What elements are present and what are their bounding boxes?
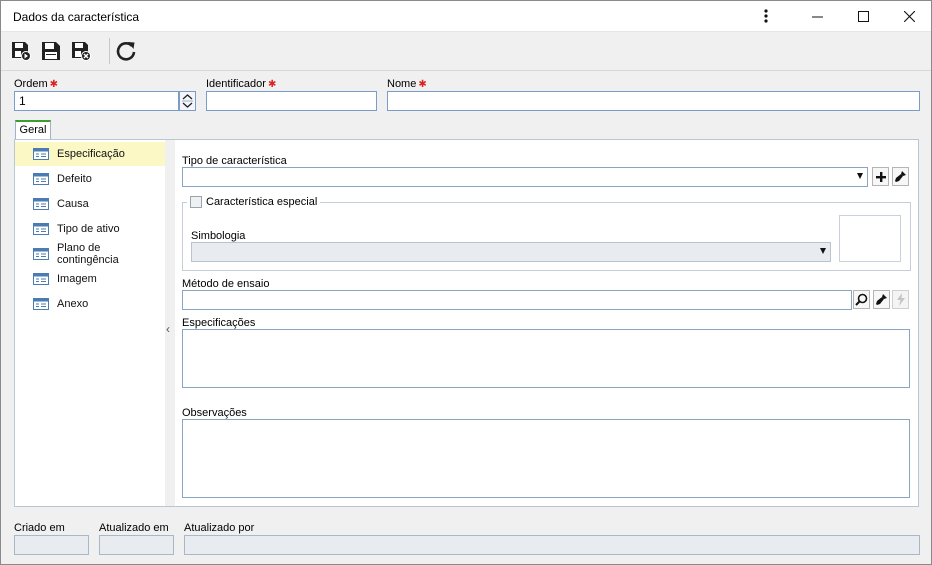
maximize-button[interactable] bbox=[840, 1, 886, 31]
sidebar-item-tipo-de-ativo[interactable]: Tipo de ativo bbox=[15, 217, 165, 241]
form-icon bbox=[33, 173, 49, 185]
collapse-chevron-icon[interactable]: ‹ bbox=[166, 322, 170, 336]
dropdown-arrow-icon bbox=[820, 248, 826, 254]
identificador-input[interactable] bbox=[206, 91, 377, 111]
ordem-label: Ordem ✱ bbox=[14, 78, 59, 90]
required-marker-icon: ✱ bbox=[267, 79, 277, 90]
simbologia-select[interactable] bbox=[191, 242, 831, 262]
form-icon bbox=[33, 198, 49, 210]
form-icon bbox=[33, 298, 49, 310]
caracteristica-especial-checkbox[interactable] bbox=[190, 196, 202, 208]
observacoes-textarea[interactable] bbox=[182, 419, 910, 498]
sidebar-item-label: Defeito bbox=[57, 173, 92, 185]
sidebar-item-plano-de-contingencia[interactable]: Plano de contingência bbox=[15, 242, 165, 266]
plus-icon bbox=[875, 171, 886, 182]
sidebar-item-label: Causa bbox=[57, 198, 89, 210]
form-icon bbox=[33, 148, 49, 160]
kebab-menu-icon bbox=[764, 9, 768, 23]
dialog-window: Dados da característica Ordem ✱ 1 Identi… bbox=[0, 0, 932, 565]
refresh-button[interactable] bbox=[114, 39, 138, 63]
criado-em-label: Criado em bbox=[14, 522, 65, 534]
form-icon bbox=[33, 273, 49, 285]
form-icon bbox=[33, 248, 49, 260]
sidebar-item-especificacao[interactable]: Especificação bbox=[15, 142, 165, 166]
save-button[interactable] bbox=[39, 39, 63, 63]
ordem-stepper[interactable] bbox=[179, 91, 196, 111]
metodo-input[interactable] bbox=[182, 290, 852, 310]
stepper-arrows-icon bbox=[182, 94, 193, 108]
lightning-icon bbox=[896, 293, 905, 306]
save-and-new-icon bbox=[12, 42, 31, 61]
clear-tipo-button[interactable] bbox=[892, 167, 909, 186]
tipo-label: Tipo de característica bbox=[182, 155, 287, 167]
sidebar-item-defeito[interactable]: Defeito bbox=[15, 167, 165, 191]
required-marker-icon: ✱ bbox=[418, 79, 427, 90]
tab-geral[interactable]: Geral bbox=[15, 120, 51, 140]
atualizado-em-field bbox=[99, 535, 174, 555]
sidebar-item-label: Anexo bbox=[57, 298, 89, 310]
caracteristica-especial-legend: Característica especial bbox=[187, 195, 321, 209]
window-title: Dados da característica bbox=[13, 10, 140, 24]
sidebar-item-label: Especificação bbox=[57, 148, 125, 160]
toolbar-separator bbox=[109, 38, 110, 64]
search-icon bbox=[855, 293, 868, 306]
dropdown-arrow-icon bbox=[857, 173, 863, 179]
criado-em-field bbox=[14, 535, 89, 555]
form-icon bbox=[33, 223, 49, 235]
ordem-input[interactable]: 1 bbox=[14, 91, 179, 111]
more-options-button[interactable] bbox=[743, 1, 789, 31]
add-tipo-button[interactable] bbox=[872, 167, 889, 186]
atualizado-por-field bbox=[184, 535, 920, 555]
brush-icon bbox=[895, 171, 906, 182]
atualizado-em-label: Atualizado em bbox=[99, 522, 169, 534]
simbologia-label: Simbologia bbox=[191, 230, 246, 242]
observacoes-label: Observações bbox=[182, 407, 247, 419]
title-bar: Dados da característica bbox=[1, 1, 931, 32]
save-and-close-button[interactable] bbox=[69, 39, 93, 63]
lightning-metodo-button[interactable] bbox=[892, 290, 909, 309]
search-metodo-button[interactable] bbox=[853, 290, 870, 309]
tipo-select[interactable] bbox=[182, 167, 868, 187]
especificacoes-textarea[interactable] bbox=[182, 329, 910, 388]
sidebar-item-imagem[interactable]: Imagem bbox=[15, 267, 165, 291]
sidebar-item-label: Imagem bbox=[57, 273, 97, 285]
caracteristica-especial-label: Característica especial bbox=[206, 196, 318, 208]
save-and-close-icon bbox=[72, 42, 91, 61]
atualizado-por-label: Atualizado por bbox=[184, 522, 255, 534]
save-icon bbox=[42, 42, 60, 60]
metodo-label: Método de ensaio bbox=[182, 278, 270, 290]
refresh-icon bbox=[116, 42, 136, 61]
simbologia-preview bbox=[839, 215, 901, 262]
clear-metodo-button[interactable] bbox=[873, 290, 890, 309]
minimize-button[interactable] bbox=[794, 1, 840, 31]
sidebar: Especificação Defeito Causa Tipo de ativ… bbox=[15, 140, 165, 506]
especificacoes-label: Especificações bbox=[182, 317, 256, 329]
close-icon bbox=[903, 10, 915, 22]
tab-panel-geral: Especificação Defeito Causa Tipo de ativ… bbox=[14, 139, 919, 507]
sidebar-item-anexo[interactable]: Anexo bbox=[15, 292, 165, 316]
sidebar-item-label: Tipo de ativo bbox=[57, 223, 120, 235]
nome-input[interactable] bbox=[387, 91, 920, 111]
save-and-new-button[interactable] bbox=[9, 39, 33, 63]
maximize-icon bbox=[857, 10, 869, 22]
toolbar bbox=[1, 32, 931, 71]
sidebar-splitter[interactable]: ‹ bbox=[165, 140, 175, 506]
close-button[interactable] bbox=[886, 1, 932, 31]
sidebar-item-label: Plano de contingência bbox=[56, 242, 119, 266]
sidebar-item-causa[interactable]: Causa bbox=[15, 192, 165, 216]
brush-icon bbox=[876, 294, 887, 305]
required-marker-icon: ✱ bbox=[49, 79, 59, 90]
identificador-label: Identificador ✱ bbox=[206, 78, 277, 90]
minimize-icon bbox=[811, 16, 823, 17]
nome-label: Nome ✱ bbox=[387, 78, 427, 90]
